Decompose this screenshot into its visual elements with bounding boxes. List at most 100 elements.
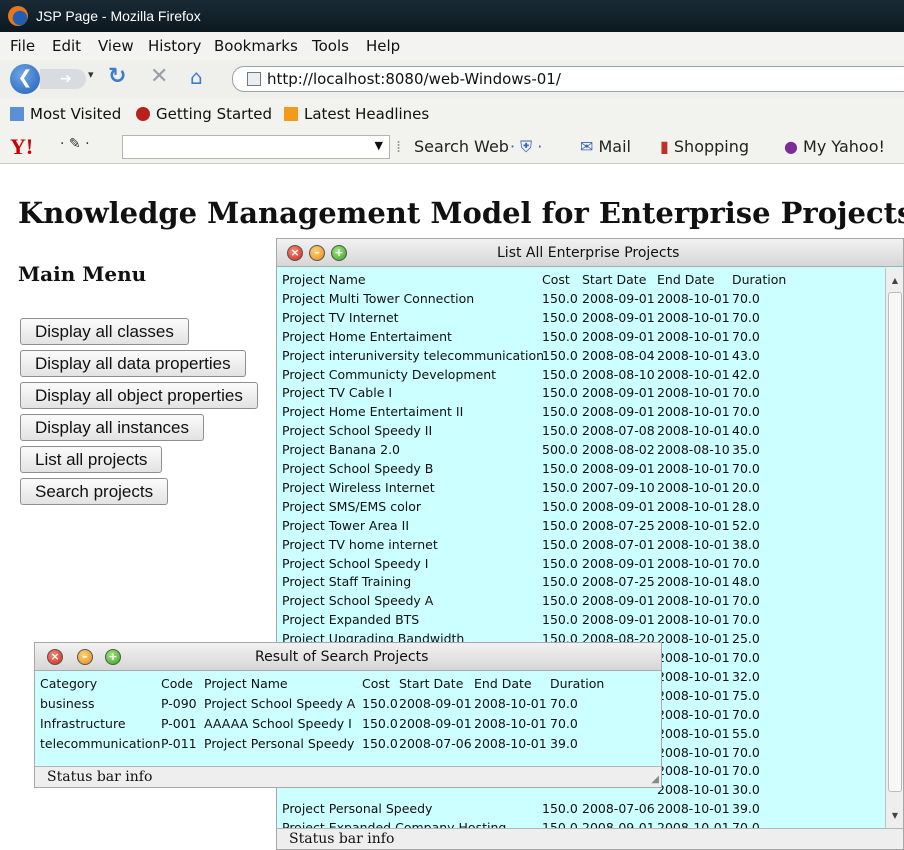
- column-header: Project Name: [204, 676, 288, 691]
- scroll-up-icon[interactable]: ▲: [886, 276, 903, 285]
- table-cell: 70.0: [732, 706, 760, 722]
- table-cell: 2008-08-04: [582, 347, 655, 363]
- table-cell: 2008-08-10: [582, 366, 655, 382]
- display-all-classes-button[interactable]: Display all classes: [20, 318, 189, 345]
- table-cell: 70.0: [732, 404, 760, 420]
- bookmark-most-visited[interactable]: Most Visited: [10, 105, 121, 123]
- url-bar[interactable]: http://localhost:8080/web-Windows-01/: [232, 66, 904, 92]
- table-cell: 2008-10-01: [657, 612, 730, 628]
- table-cell: 2008-09-01: [582, 290, 655, 306]
- table-cell: 2008-10-01: [474, 736, 547, 751]
- table-cell: 150.0: [542, 328, 578, 344]
- table-cell: 150.0: [542, 801, 578, 817]
- back-arrow-icon[interactable]: ❮: [10, 64, 40, 94]
- scroll-down-icon[interactable]: ▼: [886, 811, 903, 820]
- scrollbar-thumb[interactable]: [888, 292, 902, 792]
- search-projects-button[interactable]: Search projects: [20, 478, 169, 505]
- table-cell: 2008-10-01: [657, 479, 730, 495]
- mail-button[interactable]: ✉ Mail: [580, 137, 631, 156]
- minimize-icon[interactable]: –: [77, 649, 93, 665]
- table-cell: 2008-10-01: [657, 593, 730, 609]
- menu-edit[interactable]: Edit: [52, 37, 81, 55]
- display-all-data-properties-button[interactable]: Display all data properties: [20, 350, 246, 377]
- table-cell: 2008-10-01: [657, 517, 730, 533]
- table-cell: 2008-10-01: [657, 668, 730, 684]
- yahoo-toolbar: Y! · ✎ · ▼ ⁞ Search Web · ⛨ · ✉ Mail ▮ S…: [0, 130, 904, 164]
- table-cell: Project Tower Area II: [282, 517, 410, 533]
- table-cell: 2008-07-06: [399, 736, 472, 751]
- shopping-button[interactable]: ▮ Shopping: [660, 137, 749, 156]
- minimize-icon[interactable]: –: [309, 245, 325, 261]
- menu-help[interactable]: Help: [366, 37, 400, 55]
- table-cell: Project Home Entertaiment II: [282, 404, 464, 420]
- shopping-icon: ▮: [660, 137, 674, 156]
- table-cell: 2008-10-01: [657, 385, 730, 401]
- table-cell: 30.0: [732, 782, 760, 798]
- table-cell: telecommunication: [40, 736, 161, 751]
- table-cell: 150.0: [542, 347, 578, 363]
- column-header: Start Date: [582, 272, 647, 287]
- home-icon[interactable]: ⌂: [190, 65, 203, 89]
- table-cell: 70.0: [550, 716, 578, 731]
- table-cell: 2008-10-01: [657, 423, 730, 439]
- table-cell: 39.0: [550, 736, 578, 751]
- table-cell: 150.0: [362, 696, 398, 711]
- table-cell: 2008-10-01: [474, 716, 547, 731]
- resize-grip-icon[interactable]: ◢: [651, 774, 659, 785]
- table-cell: 150.0: [542, 404, 578, 420]
- table-cell: 70.0: [732, 650, 760, 665]
- table-cell: 48.0: [732, 574, 760, 590]
- yahoo-search-input[interactable]: ▼: [122, 135, 390, 159]
- table-cell: 2008-08-10: [657, 442, 730, 458]
- table-cell: 20.0: [732, 479, 760, 495]
- table-cell: 70.0: [732, 309, 760, 325]
- list-window-title: List All Enterprise Projects: [497, 245, 680, 261]
- menu-view[interactable]: View: [98, 37, 134, 55]
- menu-tools[interactable]: Tools: [312, 37, 349, 55]
- shield-icon[interactable]: · ⛨ ·: [510, 137, 542, 157]
- table-cell: 150.0: [542, 461, 578, 476]
- window-title: JSP Page - Mozilla Firefox: [36, 8, 201, 24]
- search-window-titlebar[interactable]: × – + Result of Search Projects: [35, 643, 661, 671]
- url-text[interactable]: http://localhost:8080/web-Windows-01/: [267, 70, 561, 88]
- table-cell: 32.0: [732, 668, 760, 684]
- history-dropdown-icon[interactable]: ▾: [88, 68, 94, 81]
- close-icon[interactable]: ×: [287, 245, 303, 261]
- column-header: End Date: [657, 272, 715, 287]
- chevron-down-icon[interactable]: ▼: [375, 139, 383, 152]
- table-cell: business: [40, 696, 95, 711]
- maximize-icon[interactable]: +: [331, 245, 347, 261]
- maximize-icon[interactable]: +: [105, 649, 121, 665]
- menu-file[interactable]: File: [10, 37, 35, 55]
- list-scrollbar[interactable]: ▲ ▼: [885, 268, 903, 828]
- list-all-projects-button[interactable]: List all projects: [20, 446, 163, 473]
- column-header: Code: [161, 676, 194, 691]
- column-header: Duration: [550, 676, 605, 691]
- table-cell: 2008-09-01: [582, 612, 655, 628]
- menu-bookmarks[interactable]: Bookmarks: [214, 37, 298, 55]
- table-cell: 2008-09-01: [582, 498, 655, 514]
- column-header: Start Date: [399, 676, 464, 691]
- forward-arrow-icon[interactable]: ➔: [40, 69, 86, 89]
- bookmark-latest-headlines[interactable]: Latest Headlines: [284, 105, 429, 123]
- table-cell: Project Banana 2.0: [282, 442, 400, 458]
- my-yahoo-button[interactable]: ● My Yahoo!: [784, 137, 885, 156]
- menu-history[interactable]: History: [148, 37, 201, 55]
- display-all-instances-button[interactable]: Display all instances: [20, 414, 205, 441]
- yahoo-logo-icon[interactable]: Y!: [10, 134, 33, 160]
- display-all-object-properties-button[interactable]: Display all object properties: [20, 382, 258, 409]
- list-window-titlebar[interactable]: × – + List All Enterprise Projects: [277, 239, 903, 267]
- table-cell: Project School Speedy B: [282, 461, 434, 476]
- column-header: End Date: [474, 676, 532, 691]
- search-results-window: × – + Result of Search Projects Category…: [34, 642, 662, 788]
- search-web-button[interactable]: Search Web: [414, 137, 509, 156]
- pencil-icon[interactable]: · ✎ ·: [60, 136, 90, 152]
- reload-icon[interactable]: ↻: [108, 64, 126, 89]
- table-cell: P-001: [161, 716, 197, 731]
- stop-icon[interactable]: ✕: [150, 64, 168, 89]
- table-cell: 70.0: [732, 744, 760, 760]
- bookmark-getting-started[interactable]: Getting Started: [136, 105, 272, 123]
- table-cell: 2008-10-01: [657, 706, 730, 722]
- table-cell: 70.0: [732, 461, 760, 476]
- close-icon[interactable]: ×: [47, 649, 63, 665]
